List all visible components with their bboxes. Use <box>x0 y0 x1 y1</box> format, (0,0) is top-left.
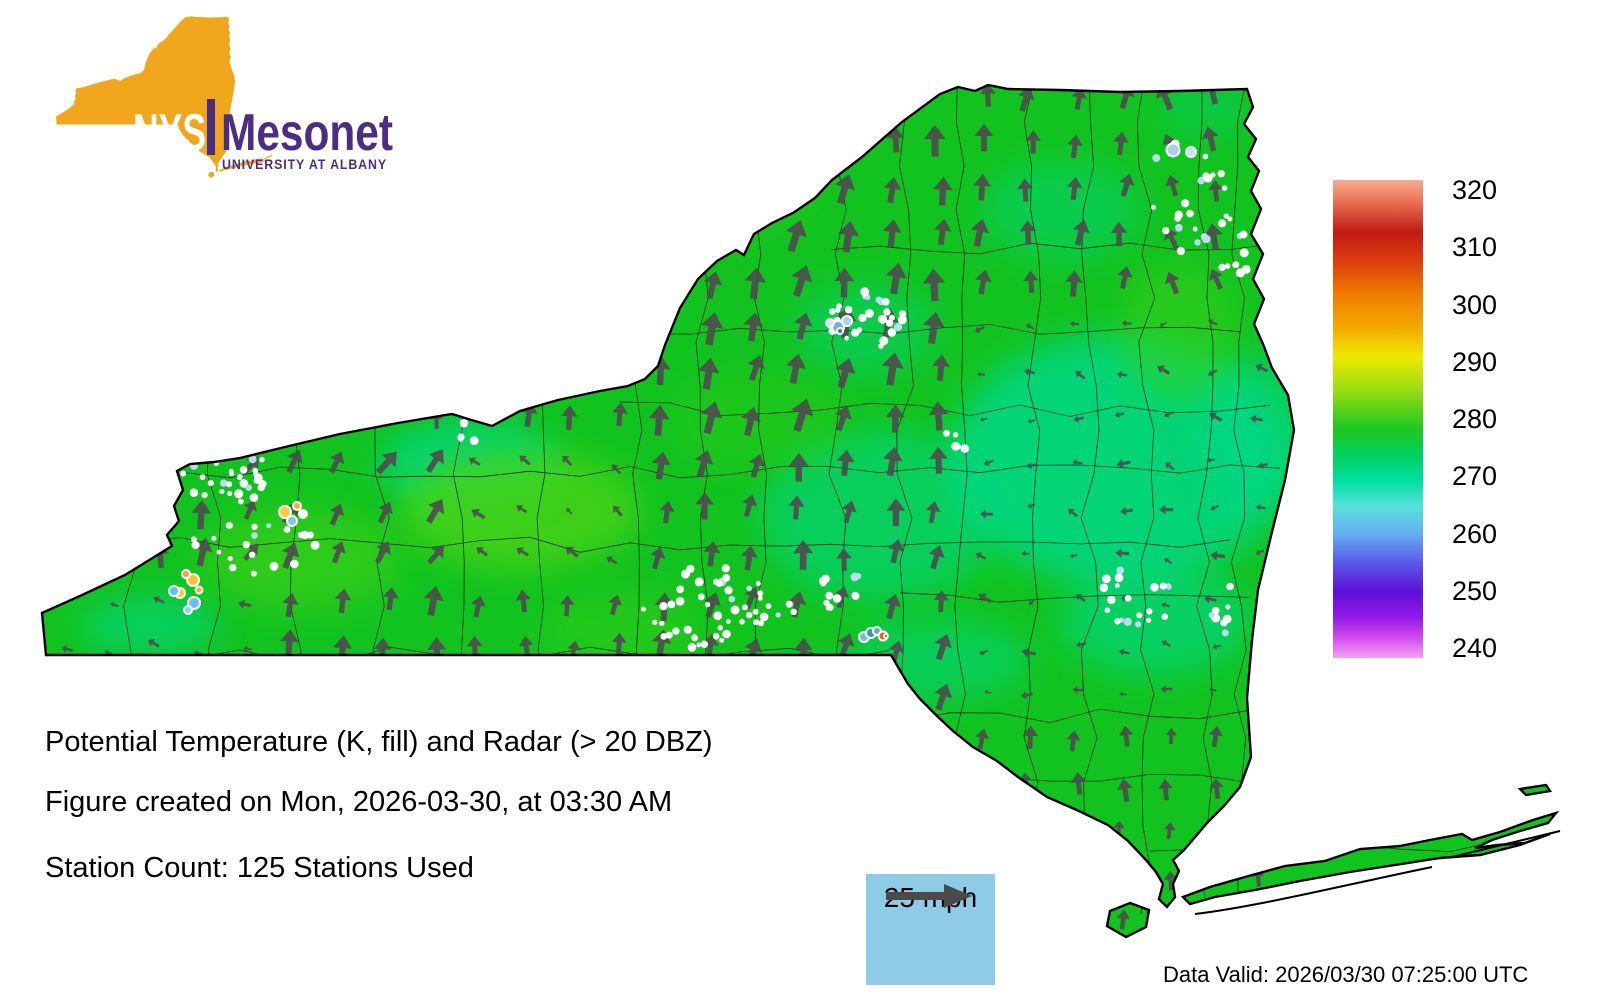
colorbar-tick-label: 310 <box>1452 232 1498 263</box>
logo-brand-text: Mesonet <box>221 104 393 162</box>
logo-divider-bar <box>207 99 215 155</box>
colorbar-tick-label: 300 <box>1452 289 1498 320</box>
colorbar-tick-label: 260 <box>1452 518 1498 549</box>
colorbar-tick-label: 280 <box>1452 404 1498 434</box>
logo-nys-text: NYS <box>133 104 206 162</box>
logo-subtitle-text: UNIVERSITY AT ALBANY <box>222 156 387 172</box>
station-count-text: Station Count: 125 Stations Used <box>45 852 474 884</box>
colorbar-tick-label: 320 <box>1452 175 1498 205</box>
colorbar-tick-label: 250 <box>1452 575 1498 606</box>
data-valid-text: Data Valid: 2026/03/30 07:25:00 UTC <box>1163 962 1529 987</box>
colorbar-tick-label: 270 <box>1452 461 1498 492</box>
figure-created-text: Figure created on Mon, 2026-03-30, at 03… <box>45 786 673 818</box>
colorbar <box>1333 180 1423 658</box>
wind-reference-arrow-icon <box>886 884 972 908</box>
colorbar-tick-label: 240 <box>1452 633 1498 663</box>
map-title: Potential Temperature (K, fill) and Rada… <box>45 726 713 758</box>
weather-map-page: NYS Mesonet UNIVERSITY AT ALBANY 320 310… <box>0 0 1600 1000</box>
colorbar-tick-label: 290 <box>1452 346 1498 377</box>
nys-mesonet-logo: NYS Mesonet UNIVERSITY AT ALBANY <box>56 16 393 179</box>
wind-speed-legend: 25 mph <box>866 874 995 985</box>
